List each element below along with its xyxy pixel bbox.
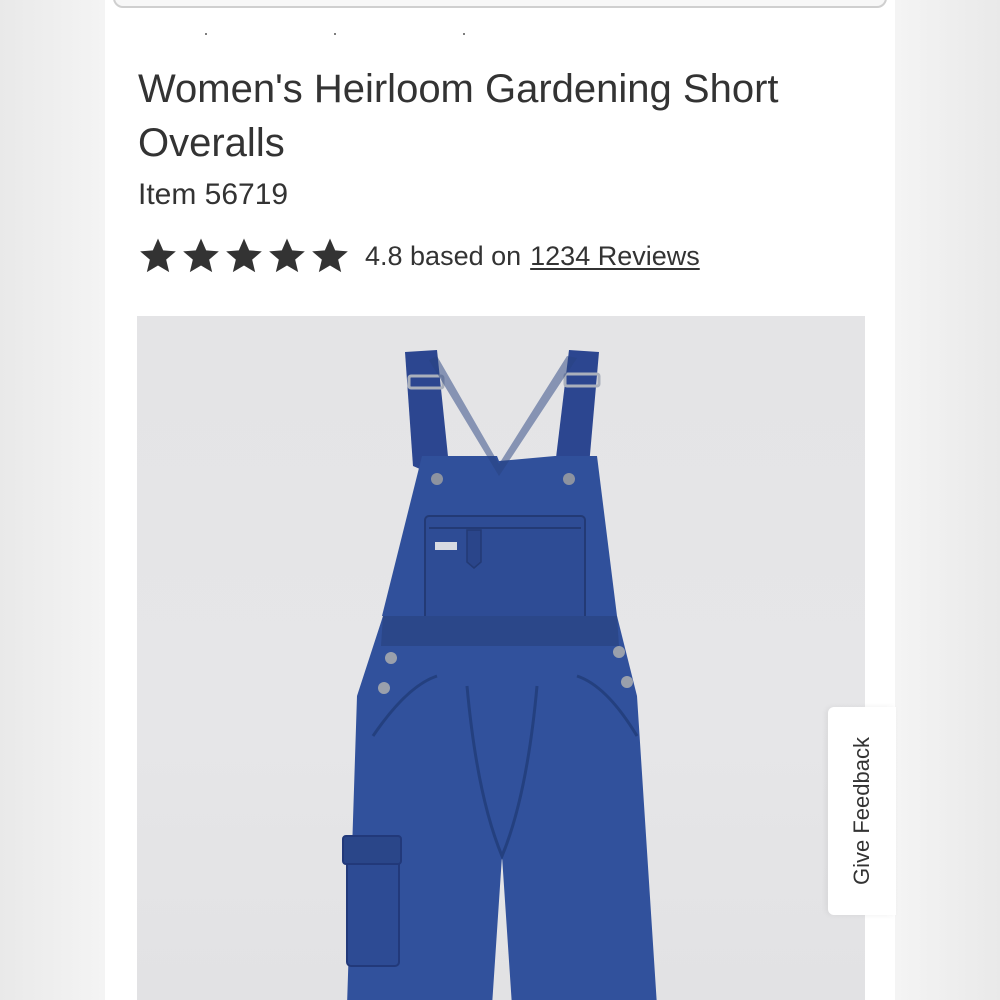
rating-summary: 4.8 based on [365,240,522,271]
right-backdrop [895,0,1000,1000]
reviews-link[interactable]: 1234 Reviews [530,241,700,272]
item-number: Item 56719 [138,178,289,211]
rating-row: 4.8 based on 1234 Reviews [138,234,700,278]
search-bar[interactable] [113,0,887,8]
breadcrumb [205,33,465,39]
star-icon [267,236,307,276]
breadcrumb-separator [463,33,465,35]
star-rating [138,236,353,276]
give-feedback-label: Give Feedback [849,737,874,885]
breadcrumb-separator [205,33,207,35]
star-icon [224,236,264,276]
breadcrumb-separator [334,33,336,35]
star-icon [181,236,221,276]
product-image[interactable] [137,316,865,1000]
product-page: Women's Heirloom Gardening Short Overall… [105,0,895,1000]
star-icon [310,236,350,276]
product-title: Women's Heirloom Gardening Short Overall… [138,67,779,165]
star-icon [138,236,178,276]
overalls-illustration [342,350,657,1000]
left-backdrop [0,0,105,1000]
give-feedback-tab[interactable]: Give Feedback [828,707,896,915]
